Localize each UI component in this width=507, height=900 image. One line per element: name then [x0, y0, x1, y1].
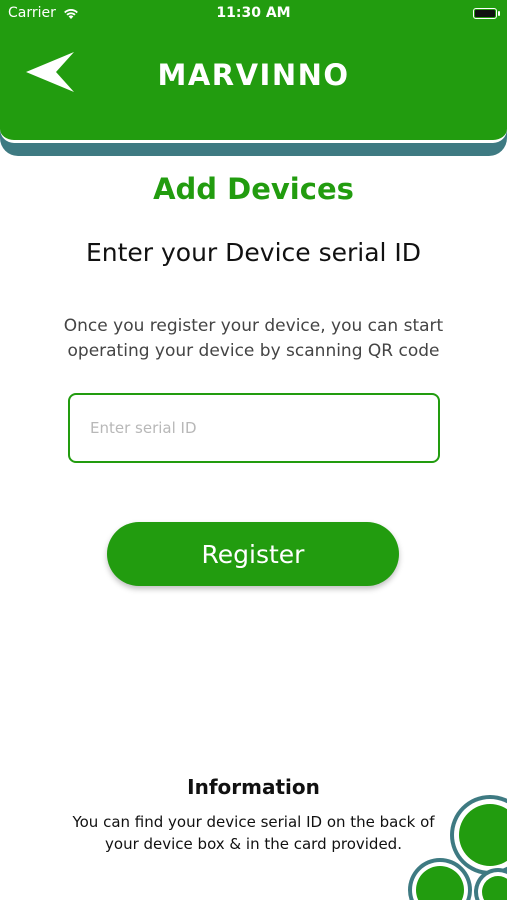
app-title: MARVINNO [157, 58, 350, 92]
register-button[interactable]: Register [107, 522, 399, 586]
status-bar: Carrier 11:30 AM [0, 0, 507, 28]
page-subtitle: Enter your Device serial ID [85, 238, 422, 267]
battery-icon [473, 8, 500, 19]
decorative-circles [408, 795, 507, 900]
app-header: MARVINNO [0, 28, 507, 143]
description-text: Once you register your device, you can s… [63, 316, 444, 361]
serial-id-input[interactable] [68, 393, 440, 463]
page-title: Add Devices [153, 172, 354, 206]
info-text: You can find your device serial ID on th… [72, 813, 435, 853]
status-time: 11:30 AM [216, 5, 291, 21]
